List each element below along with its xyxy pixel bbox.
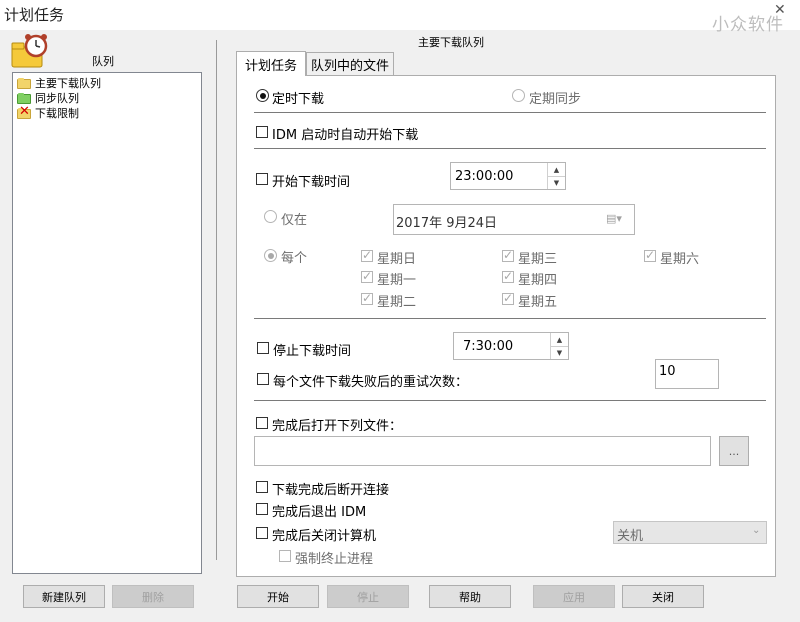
day-wed-checkbox[interactable] (502, 248, 514, 262)
tab-schedule[interactable]: 计划任务 (236, 51, 306, 76)
help-button[interactable]: 帮助 (429, 585, 511, 608)
retry-count-value: 10 (659, 364, 676, 379)
spin-down-icon[interactable]: ▼ (551, 346, 568, 359)
spin-up-icon[interactable]: ▲ (551, 333, 568, 347)
day-mon-checkbox[interactable] (361, 269, 373, 283)
scheduled-download-radio[interactable] (256, 89, 269, 102)
folder-limit-icon: ✕ (17, 103, 31, 119)
new-queue-button[interactable]: 新建队列 (23, 585, 105, 608)
only-on-radio[interactable] (264, 210, 277, 223)
exit-idm-checkbox[interactable] (256, 503, 268, 515)
scheduled-download-label: 定时下载 (272, 92, 325, 107)
shutdown-checkbox[interactable] (256, 527, 268, 539)
close-button[interactable]: 关闭 (622, 585, 704, 608)
stop-time-label: 停止下载时间 (273, 344, 352, 359)
every-radio[interactable] (264, 249, 277, 262)
spin-up-icon[interactable]: ▲ (548, 163, 565, 177)
delete-queue-button[interactable]: 删除 (112, 585, 194, 608)
separator (254, 148, 766, 149)
day-tue-checkbox[interactable] (361, 291, 373, 305)
folder-yellow-icon (17, 77, 31, 89)
auto-start-label: IDM 启动时自动开始下载 (272, 128, 419, 143)
queue-list-header: 队列 (92, 55, 114, 68)
retry-checkbox[interactable] (257, 373, 269, 385)
day-mon-label: 星期一 (377, 273, 417, 288)
browse-button[interactable]: ... (719, 436, 749, 466)
apply-button[interactable]: 应用 (533, 585, 615, 608)
queue-item-main[interactable]: 主要下载队列 (17, 75, 101, 90)
exit-idm-label: 完成后退出 IDM (272, 505, 367, 520)
day-fri-checkbox[interactable] (502, 291, 514, 305)
queue-clock-icon (11, 34, 48, 68)
separator (254, 400, 766, 401)
date-value: 2017年 9月24日 (396, 216, 498, 231)
chevron-down-icon: ⌄ (752, 525, 761, 536)
periodic-sync-label: 定期同步 (529, 92, 582, 107)
day-wed-label: 星期三 (518, 252, 558, 267)
disconnect-checkbox[interactable] (256, 481, 268, 493)
queue-item-label: 同步队列 (35, 91, 79, 105)
start-time-spinner[interactable]: 23:00:00 ▲ ▼ (450, 162, 566, 190)
close-icon[interactable]: ✕ (774, 2, 786, 18)
tab-queue-files[interactable]: 队列中的文件 (306, 52, 394, 76)
retry-label: 每个文件下载失败后的重试次数： (273, 375, 469, 390)
day-sat-label: 星期六 (660, 252, 700, 267)
day-sat-checkbox[interactable] (644, 248, 656, 262)
panel-divider (216, 40, 217, 560)
separator (254, 112, 766, 113)
date-picker[interactable]: 2017年 9月24日 ▤▾ (393, 204, 635, 235)
window-title: 计划任务 (4, 6, 65, 24)
queue-item-label: 下载限制 (35, 106, 79, 120)
auto-start-checkbox[interactable] (256, 126, 268, 138)
folder-green-icon (17, 92, 31, 104)
periodic-sync-radio[interactable] (512, 89, 525, 102)
title-bar (0, 0, 800, 30)
start-time-value: 23:00:00 (455, 169, 514, 184)
shutdown-label: 完成后关闭计算机 (272, 529, 377, 544)
day-thu-label: 星期四 (518, 273, 558, 288)
stop-button[interactable]: 停止 (327, 585, 409, 608)
day-fri-label: 星期五 (518, 295, 558, 310)
stop-time-value: 7:30:00 (463, 339, 514, 354)
stop-time-spinner[interactable]: 7:30:00 ▲ ▼ (453, 332, 569, 360)
start-button[interactable]: 开始 (237, 585, 319, 608)
start-time-checkbox[interactable] (256, 173, 268, 185)
day-sun-label: 星期日 (377, 252, 417, 267)
separator (254, 318, 766, 319)
start-time-label: 开始下载时间 (272, 175, 351, 190)
queue-tree[interactable]: 主要下载队列 同步队列 ✕ 下载限制 (12, 72, 202, 574)
open-file-path-input[interactable] (254, 436, 711, 466)
only-on-label: 仅在 (281, 213, 308, 228)
shutdown-mode-value: 关机 (617, 529, 644, 544)
day-sun-checkbox[interactable] (361, 248, 373, 262)
stop-time-checkbox[interactable] (257, 342, 269, 354)
selected-queue-title: 主要下载队列 (418, 36, 484, 49)
queue-item-limit[interactable]: ✕ 下载限制 (17, 103, 79, 120)
retry-count-input[interactable]: 10 (655, 359, 719, 389)
force-terminate-checkbox[interactable] (279, 550, 291, 562)
every-label: 每个 (281, 251, 308, 266)
open-file-checkbox[interactable] (256, 417, 268, 429)
spin-down-icon[interactable]: ▼ (548, 176, 565, 189)
calendar-dropdown-icon[interactable]: ▤▾ (606, 212, 622, 225)
day-tue-label: 星期二 (377, 295, 417, 310)
open-file-label: 完成后打开下列文件： (272, 419, 403, 434)
disconnect-label: 下载完成后断开连接 (272, 483, 390, 498)
day-thu-checkbox[interactable] (502, 269, 514, 283)
force-terminate-label: 强制终止进程 (295, 552, 374, 567)
shutdown-mode-select[interactable]: 关机 ⌄ (613, 521, 767, 544)
queue-item-label: 主要下载队列 (35, 76, 101, 90)
